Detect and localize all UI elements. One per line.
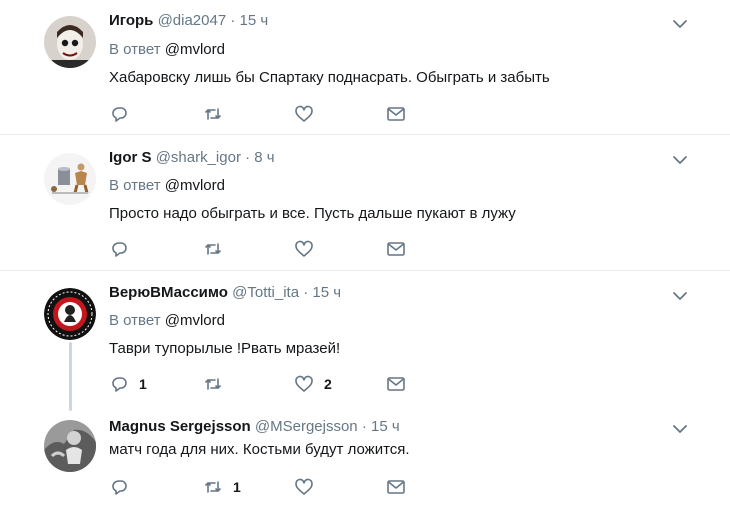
direct-message-button[interactable] bbox=[386, 239, 406, 259]
reply-prefix: В ответ bbox=[109, 41, 161, 58]
reply-context: В ответ @mvlord bbox=[109, 177, 225, 194]
reply-context: В ответ @mvlord bbox=[109, 312, 225, 329]
display-name[interactable]: Игорь bbox=[109, 12, 153, 29]
direct-message-button[interactable] bbox=[386, 374, 406, 394]
tweet-actions bbox=[109, 239, 419, 259]
tweet-header: Игорь @dia2047 · 15 ч bbox=[109, 12, 268, 29]
like-icon bbox=[295, 478, 313, 495]
tweet-header: Igor S @shark_igor · 8 ч bbox=[109, 149, 275, 166]
thread-connector-line bbox=[69, 342, 72, 411]
reply-button[interactable] bbox=[109, 239, 139, 259]
chevron-down-icon[interactable] bbox=[672, 18, 688, 30]
user-handle[interactable]: @MSergejsson bbox=[255, 418, 358, 435]
like-icon bbox=[295, 375, 313, 392]
reply-button[interactable] bbox=[109, 477, 139, 497]
display-name[interactable]: Magnus Sergejsson bbox=[109, 418, 251, 435]
timestamp[interactable]: 15 ч bbox=[312, 284, 341, 301]
retweet-button[interactable] bbox=[203, 239, 233, 259]
separator-dot: · bbox=[303, 284, 309, 301]
retweet-button[interactable]: 1 bbox=[203, 477, 241, 497]
reply-icon bbox=[112, 242, 127, 257]
timestamp[interactable]: 8 ч bbox=[254, 149, 274, 166]
chevron-down-icon[interactable] bbox=[672, 423, 688, 435]
chevron-down-icon[interactable] bbox=[672, 290, 688, 302]
direct-message-icon bbox=[387, 377, 405, 391]
retweet-icon bbox=[205, 243, 221, 255]
user-handle[interactable]: @Totti_ita bbox=[232, 284, 299, 301]
direct-message-button[interactable] bbox=[386, 477, 406, 497]
separator-dot: · bbox=[245, 149, 251, 166]
avatar-image bbox=[44, 153, 96, 205]
direct-message-button[interactable] bbox=[386, 104, 406, 124]
tweet-divider bbox=[0, 270, 730, 271]
reply-button[interactable]: 1 bbox=[109, 374, 147, 394]
reply-prefix: В ответ bbox=[109, 177, 161, 194]
timestamp[interactable]: 15 ч bbox=[371, 418, 400, 435]
retweet-icon bbox=[205, 108, 221, 120]
avatar[interactable] bbox=[44, 16, 96, 68]
reply-mention[interactable]: @mvlord bbox=[165, 177, 225, 194]
tweet-actions bbox=[109, 104, 419, 124]
reply-mention[interactable]: @mvlord bbox=[165, 312, 225, 329]
tweet-text: Таври тупорылые !Рвать мразей! bbox=[109, 340, 341, 357]
avatar[interactable] bbox=[44, 153, 96, 205]
separator-dot: · bbox=[361, 418, 367, 435]
tweet-header: ВерюВМассимо @Totti_ita · 15 ч bbox=[109, 284, 341, 301]
tweet-text: Хабаровску лишь бы Спартаку поднасрать. … bbox=[109, 69, 550, 86]
retweet-button[interactable] bbox=[203, 104, 233, 124]
retweet-icon bbox=[205, 481, 221, 493]
chevron-down-icon[interactable] bbox=[672, 154, 688, 166]
avatar-image bbox=[44, 288, 96, 340]
avatar[interactable] bbox=[44, 288, 96, 340]
retweet-button[interactable] bbox=[203, 374, 233, 394]
avatar[interactable] bbox=[44, 420, 96, 472]
timestamp[interactable]: 15 ч bbox=[240, 12, 269, 29]
reply-mention[interactable]: @mvlord bbox=[165, 41, 225, 58]
tweet-text: Просто надо обыграть и все. Пусть дальше… bbox=[109, 205, 516, 222]
like-button[interactable] bbox=[294, 239, 324, 259]
like-button[interactable]: 2 bbox=[294, 374, 332, 394]
display-name[interactable]: Igor S bbox=[109, 149, 152, 166]
avatar-image bbox=[44, 16, 96, 68]
retweet-icon bbox=[205, 378, 221, 390]
tweet-header: Magnus Sergejsson @MSergejsson · 15 ч bbox=[109, 418, 400, 435]
reply-context: В ответ @mvlord bbox=[109, 41, 225, 58]
tweet-text: матч года для них. Костьми будут ложится… bbox=[109, 441, 410, 458]
reply-icon bbox=[112, 480, 127, 495]
tweet-actions: 1 bbox=[109, 477, 419, 497]
reply-count: 1 bbox=[139, 376, 147, 392]
user-handle[interactable]: @dia2047 bbox=[158, 12, 227, 29]
tweet-divider bbox=[0, 134, 730, 135]
user-handle[interactable]: @shark_igor bbox=[156, 149, 241, 166]
reply-prefix: В ответ bbox=[109, 312, 161, 329]
retweet-count: 1 bbox=[233, 479, 241, 495]
reply-icon bbox=[112, 107, 127, 122]
like-button[interactable] bbox=[294, 104, 324, 124]
like-count: 2 bbox=[324, 376, 332, 392]
like-icon bbox=[295, 105, 313, 122]
like-icon bbox=[295, 240, 313, 257]
direct-message-icon bbox=[387, 242, 405, 256]
avatar-image bbox=[44, 420, 96, 472]
reply-button[interactable] bbox=[109, 104, 139, 124]
direct-message-icon bbox=[387, 480, 405, 494]
tweet-actions: 1 2 bbox=[109, 374, 419, 394]
reply-icon bbox=[112, 377, 127, 392]
separator-dot: · bbox=[230, 12, 236, 29]
display-name[interactable]: ВерюВМассимо bbox=[109, 284, 228, 301]
like-button[interactable] bbox=[294, 477, 324, 497]
direct-message-icon bbox=[387, 107, 405, 121]
